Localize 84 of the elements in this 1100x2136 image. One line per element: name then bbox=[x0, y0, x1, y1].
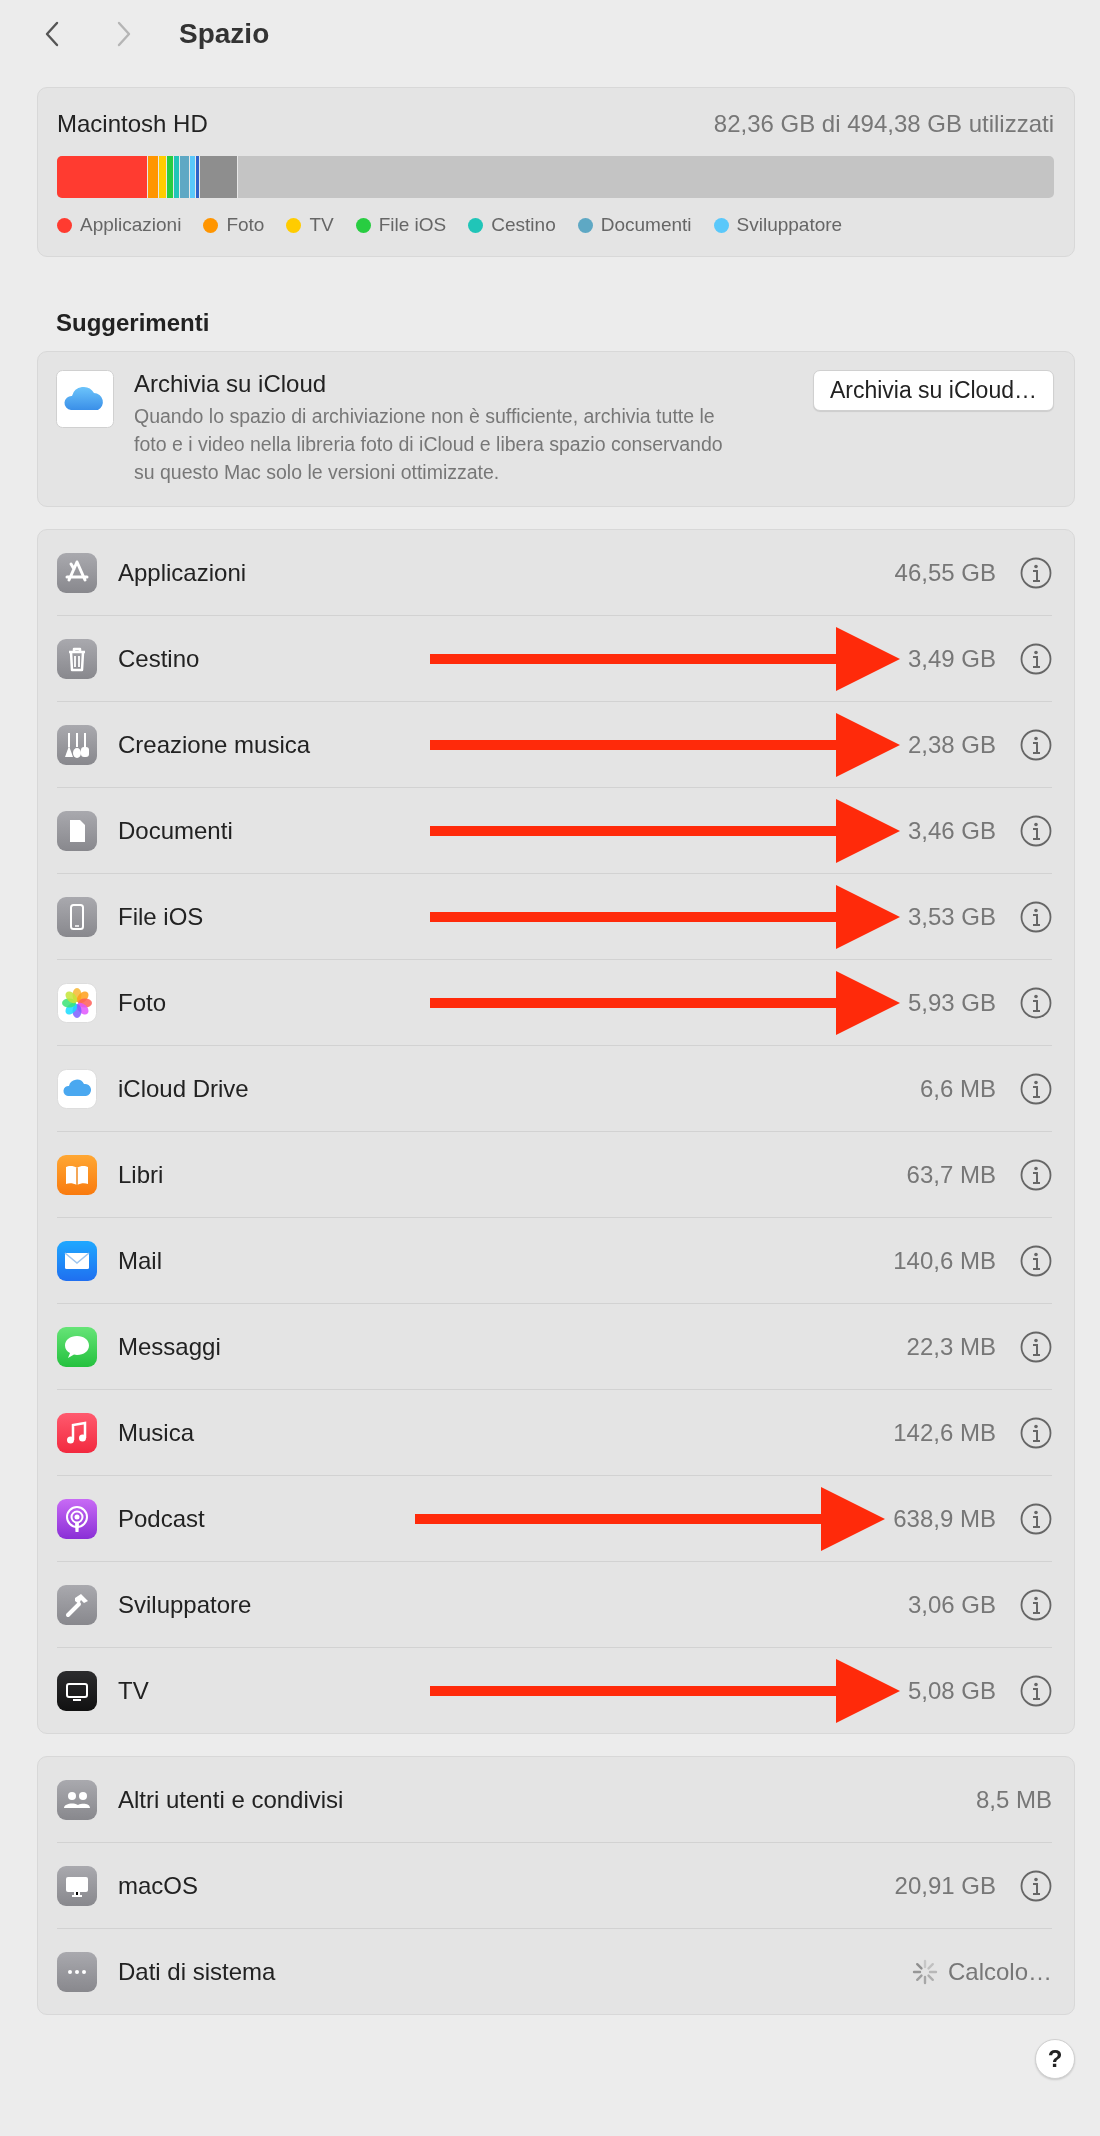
archive-button[interactable]: Archivia su iCloud… bbox=[812, 370, 1054, 411]
item-name: Altri utenti e condivisi bbox=[118, 1785, 345, 1814]
envelope-icon bbox=[57, 1240, 97, 1281]
suggestion-description: Quando lo spazio di archiviazione non è sufficiente, archivia tutte le foto e i video nella libreria foto di iCloud e libera spazio conservando su questo Mac solo le versioni ottimizzate. bbox=[134, 404, 724, 485]
back-icon[interactable] bbox=[45, 20, 59, 47]
legend-label: TV bbox=[309, 214, 334, 236]
size-value: 5,08 GB bbox=[907, 1676, 996, 1705]
size-value: 3,53 GB bbox=[907, 902, 996, 931]
item-name: Libri bbox=[118, 1160, 165, 1189]
legend-label: Foto bbox=[226, 214, 265, 236]
item-name: Dati di sistema bbox=[118, 1957, 277, 1986]
guitars-icon bbox=[57, 724, 97, 765]
phone-icon bbox=[57, 896, 97, 937]
section-heading: Suggerimenti bbox=[56, 309, 211, 337]
speech-bubble-icon bbox=[57, 1326, 97, 1367]
size-value: 5,93 GB bbox=[907, 988, 996, 1017]
tv-icon bbox=[57, 1670, 97, 1711]
item-name: Messaggi bbox=[118, 1332, 222, 1361]
info-icon[interactable] bbox=[1020, 1588, 1052, 1621]
item-name: Documenti bbox=[118, 816, 234, 845]
item-name: Musica bbox=[118, 1418, 196, 1447]
status-text: Calcolo… bbox=[947, 1957, 1052, 1986]
legend-label: Cestino bbox=[491, 214, 556, 236]
trash-icon bbox=[57, 638, 97, 679]
info-icon[interactable] bbox=[1020, 1416, 1052, 1449]
item-name: Creazione musica bbox=[118, 730, 312, 759]
info-icon[interactable] bbox=[1020, 556, 1052, 589]
size-value: 3,46 GB bbox=[907, 816, 996, 845]
size-value: 3,49 GB bbox=[907, 644, 996, 673]
info-icon[interactable] bbox=[1020, 1674, 1052, 1707]
spinner-icon bbox=[911, 1958, 938, 1985]
people-icon bbox=[57, 1779, 97, 1820]
help-button[interactable]: ? bbox=[1035, 2039, 1075, 2079]
legend-label: Documenti bbox=[600, 214, 692, 236]
size-value: 63,7 MB bbox=[906, 1160, 996, 1189]
info-icon[interactable] bbox=[1020, 900, 1052, 933]
size-value: 6,6 MB bbox=[919, 1074, 996, 1103]
disk-name: Macintosh HD bbox=[57, 110, 208, 138]
info-icon[interactable] bbox=[1020, 1072, 1052, 1105]
flower-icon bbox=[57, 982, 97, 1023]
item-name: Sviluppatore bbox=[118, 1590, 253, 1619]
size-value: 638,9 MB bbox=[893, 1504, 996, 1533]
info-icon[interactable] bbox=[1020, 1158, 1052, 1191]
item-name: File iOS bbox=[118, 902, 205, 931]
info-icon[interactable] bbox=[1020, 1244, 1052, 1277]
item-name: iCloud Drive bbox=[118, 1074, 250, 1103]
size-value: 46,55 GB bbox=[894, 558, 996, 587]
usage-text: 82,36 GB di 494,38 GB utilizzati bbox=[713, 110, 1054, 138]
cloud-icon bbox=[56, 370, 114, 428]
hammer-icon bbox=[57, 1584, 97, 1625]
music-note-icon bbox=[57, 1412, 97, 1453]
suggestion-title: Archivia su iCloud bbox=[134, 370, 328, 398]
item-name: Cestino bbox=[118, 644, 201, 673]
document-icon bbox=[57, 810, 97, 851]
size-value: 8,5 MB bbox=[975, 1785, 1052, 1814]
book-icon bbox=[57, 1154, 97, 1195]
podcast-icon bbox=[57, 1498, 97, 1539]
item-name: Mail bbox=[118, 1246, 163, 1275]
page-title: Spazio bbox=[179, 17, 270, 50]
info-icon[interactable] bbox=[1020, 986, 1052, 1019]
apps-icon bbox=[57, 552, 97, 593]
cloud-icon bbox=[57, 1068, 97, 1109]
item-name: TV bbox=[118, 1676, 150, 1705]
info-icon[interactable] bbox=[1020, 1330, 1052, 1363]
ellipsis-icon bbox=[57, 1951, 97, 1992]
item-name: Foto bbox=[118, 988, 168, 1017]
size-value: 20,91 GB bbox=[894, 1871, 996, 1900]
legend-label: Applicazioni bbox=[80, 214, 182, 236]
size-value: 22,3 MB bbox=[906, 1332, 996, 1361]
info-icon[interactable] bbox=[1020, 642, 1052, 675]
display-icon bbox=[57, 1865, 97, 1906]
info-icon[interactable] bbox=[1020, 728, 1052, 761]
size-value: 140,6 MB bbox=[893, 1246, 996, 1275]
legend-label: Sviluppatore bbox=[736, 214, 843, 236]
item-name: macOS bbox=[118, 1871, 199, 1900]
item-name: Podcast bbox=[118, 1504, 206, 1533]
info-icon[interactable] bbox=[1020, 814, 1052, 847]
info-icon[interactable] bbox=[1020, 1502, 1052, 1535]
info-icon[interactable] bbox=[1020, 1869, 1052, 1902]
size-value: 2,38 GB bbox=[907, 730, 996, 759]
legend-label: File iOS bbox=[378, 214, 447, 236]
size-value: 3,06 GB bbox=[907, 1590, 996, 1619]
size-value: 142,6 MB bbox=[893, 1418, 996, 1447]
item-name: Applicazioni bbox=[118, 558, 248, 587]
